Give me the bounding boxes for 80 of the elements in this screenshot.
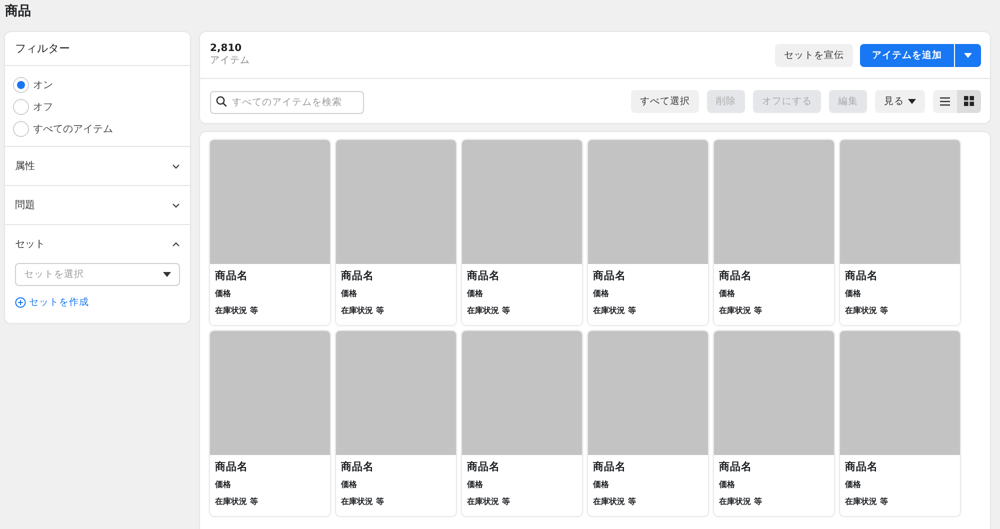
product-stock: 在庫状況 等 bbox=[718, 496, 763, 508]
product-name: 商品名 bbox=[592, 269, 627, 284]
product-card[interactable]: 商品名 価格 在庫状況 等 bbox=[462, 331, 582, 516]
product-name: 商品名 bbox=[592, 460, 627, 475]
product-card[interactable]: 商品名 価格 在庫状況 等 bbox=[336, 331, 456, 516]
list-icon bbox=[940, 96, 950, 106]
product-price: 価格 bbox=[718, 288, 736, 300]
chevron-down-icon bbox=[172, 202, 180, 208]
product-card[interactable]: 商品名 価格 在庫状況 等 bbox=[588, 140, 708, 325]
grid-icon bbox=[964, 96, 974, 106]
product-stock: 在庫状況 等 bbox=[844, 305, 889, 317]
radio-button[interactable] bbox=[13, 121, 29, 137]
list-view-button[interactable] bbox=[933, 90, 957, 112]
caret-icon bbox=[964, 52, 972, 58]
product-stock: 在庫状況 等 bbox=[340, 496, 385, 508]
caret-icon bbox=[163, 272, 171, 277]
product-name: 商品名 bbox=[844, 460, 879, 475]
product-stock: 在庫状況 等 bbox=[214, 496, 259, 508]
page-title: 商品 bbox=[5, 2, 32, 21]
product-price: 価格 bbox=[340, 288, 358, 300]
product-price: 価格 bbox=[214, 479, 232, 491]
product-stock: 在庫状況 等 bbox=[718, 305, 763, 317]
product-card[interactable]: 商品名 価格 在庫状況 等 bbox=[588, 331, 708, 516]
chevron-up-icon bbox=[172, 242, 180, 246]
product-price: 価格 bbox=[466, 479, 484, 491]
product-price: 価格 bbox=[466, 288, 484, 300]
product-stock: 在庫状況 等 bbox=[592, 305, 637, 317]
product-card[interactable]: 商品名 価格 在庫状況 等 bbox=[210, 331, 330, 516]
product-price: 価格 bbox=[592, 479, 610, 491]
caret-icon bbox=[908, 98, 916, 104]
radio-label: すべてのアイテム bbox=[33, 123, 113, 136]
product-name: 商品名 bbox=[718, 269, 753, 284]
radio-button[interactable] bbox=[13, 77, 29, 93]
item-count: 2,810 bbox=[210, 43, 243, 54]
create-set-link[interactable]: セットを作成 bbox=[15, 296, 89, 309]
product-price: 価格 bbox=[592, 288, 610, 300]
radio-button[interactable] bbox=[13, 99, 29, 115]
search-icon bbox=[216, 96, 227, 106]
product-stock: 在庫状況 等 bbox=[340, 305, 385, 317]
product-stock: 在庫状況 等 bbox=[844, 496, 889, 508]
product-card[interactable]: 商品名 価格 在庫状況 等 bbox=[714, 331, 834, 516]
grid-view-button[interactable] bbox=[957, 90, 981, 112]
product-name: 商品名 bbox=[466, 460, 501, 475]
filter-title: フィルター bbox=[15, 41, 70, 56]
product-card[interactable]: 商品名 価格 在庫状況 等 bbox=[336, 140, 456, 325]
product-card[interactable]: 商品名 価格 在庫状況 等 bbox=[210, 140, 330, 325]
radio-label: オフ bbox=[33, 101, 53, 114]
product-card[interactable]: 商品名 価格 在庫状況 等 bbox=[840, 140, 960, 325]
product-price: 価格 bbox=[844, 479, 862, 491]
product-name: 商品名 bbox=[718, 460, 753, 475]
add-item-button[interactable]: アイテムを追加 bbox=[860, 44, 954, 66]
view-menu-button[interactable]: 見る bbox=[875, 90, 925, 112]
product-name: 商品名 bbox=[844, 269, 879, 284]
product-card[interactable]: 商品名 価格 在庫状況 等 bbox=[462, 140, 582, 325]
add-menu-button[interactable] bbox=[955, 44, 981, 66]
item-unit: アイテム bbox=[210, 54, 250, 67]
product-price: 価格 bbox=[718, 479, 736, 491]
radio-label: オン bbox=[33, 79, 53, 92]
product-price: 価格 bbox=[214, 288, 232, 300]
plus-circle-icon bbox=[15, 297, 26, 308]
product-stock: 在庫状況 等 bbox=[592, 496, 637, 508]
product-name: 商品名 bbox=[466, 269, 501, 284]
product-name: 商品名 bbox=[340, 269, 375, 284]
chevron-down-icon bbox=[172, 164, 180, 168]
accordion-header[interactable]: 問題 bbox=[15, 186, 180, 224]
accordion-header[interactable]: 属性 bbox=[15, 147, 180, 185]
product-card[interactable]: 商品名 価格 在庫状況 等 bbox=[714, 140, 834, 325]
promote-set-button[interactable]: セットを宣伝 bbox=[775, 44, 853, 66]
product-stock: 在庫状況 等 bbox=[466, 496, 511, 508]
product-stock: 在庫状況 等 bbox=[466, 305, 511, 317]
product-price: 価格 bbox=[844, 288, 862, 300]
product-price: 価格 bbox=[340, 479, 358, 491]
product-name: 商品名 bbox=[214, 460, 249, 475]
product-stock: 在庫状況 等 bbox=[214, 305, 259, 317]
search-field[interactable]: すべてのアイテムを検索 bbox=[210, 90, 364, 114]
product-name: 商品名 bbox=[214, 269, 249, 284]
product-card[interactable]: 商品名 価格 在庫状況 等 bbox=[840, 331, 960, 516]
action-button[interactable]: すべて選択 bbox=[631, 90, 699, 112]
accordion-header[interactable]: セット bbox=[15, 225, 180, 263]
product-name: 商品名 bbox=[340, 460, 375, 475]
